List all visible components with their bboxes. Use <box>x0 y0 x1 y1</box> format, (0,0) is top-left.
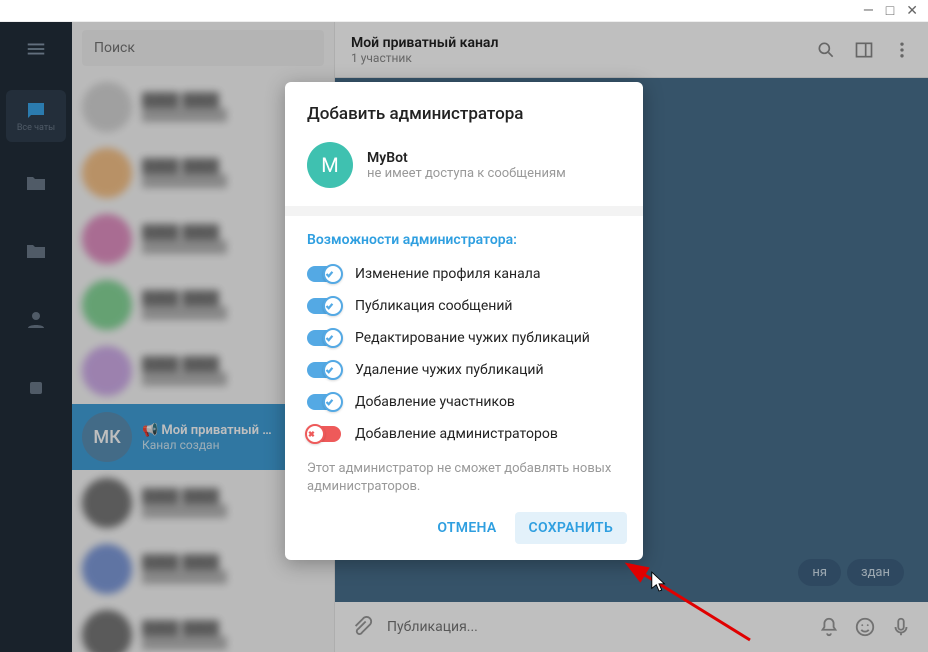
perm-label: Редактирование чужих публикаций <box>355 330 590 346</box>
perm-row: Изменение профиля канала <box>285 258 643 290</box>
perm-toggle[interactable] <box>307 394 341 410</box>
perm-row: Добавление администраторов <box>285 418 643 450</box>
perm-label: Удаление чужих публикаций <box>355 362 544 378</box>
perm-label: Изменение профиля канала <box>355 266 540 282</box>
perms-section-title: Возможности администратора: <box>285 216 643 258</box>
perm-label: Добавление администраторов <box>355 426 558 442</box>
window-titlebar: — □ ✕ <box>0 0 928 22</box>
dialog-user-row[interactable]: M MyBot не имеет доступа к сообщениям <box>285 134 643 206</box>
perm-row: Добавление участников <box>285 386 643 418</box>
perm-toggle[interactable] <box>307 266 341 282</box>
window-minimize-icon[interactable]: — <box>863 3 874 19</box>
user-name: MyBot <box>367 150 566 166</box>
perm-label: Добавление участников <box>355 394 515 410</box>
user-avatar: M <box>307 142 353 188</box>
perm-toggle[interactable] <box>307 426 341 442</box>
perm-toggle[interactable] <box>307 362 341 378</box>
perm-toggle[interactable] <box>307 298 341 314</box>
perms-note: Этот администратор не сможет добавлять н… <box>285 450 643 502</box>
perm-row: Редактирование чужих публикаций <box>285 322 643 354</box>
perm-label: Публикация сообщений <box>355 298 513 314</box>
dialog-title: Добавить администратора <box>285 82 643 134</box>
save-button[interactable]: СОХРАНИТЬ <box>515 512 627 544</box>
cancel-button[interactable]: ОТМЕНА <box>423 512 510 544</box>
window-close-icon[interactable]: ✕ <box>906 3 918 19</box>
perm-toggle[interactable] <box>307 330 341 346</box>
perm-row: Удаление чужих публикаций <box>285 354 643 386</box>
perm-row: Публикация сообщений <box>285 290 643 322</box>
window-maximize-icon[interactable]: □ <box>886 2 894 19</box>
add-admin-dialog: Добавить администратора M MyBot не имеет… <box>285 82 643 560</box>
modal-overlay[interactable]: Добавить администратора M MyBot не имеет… <box>0 22 928 652</box>
user-status: не имеет доступа к сообщениям <box>367 166 566 181</box>
